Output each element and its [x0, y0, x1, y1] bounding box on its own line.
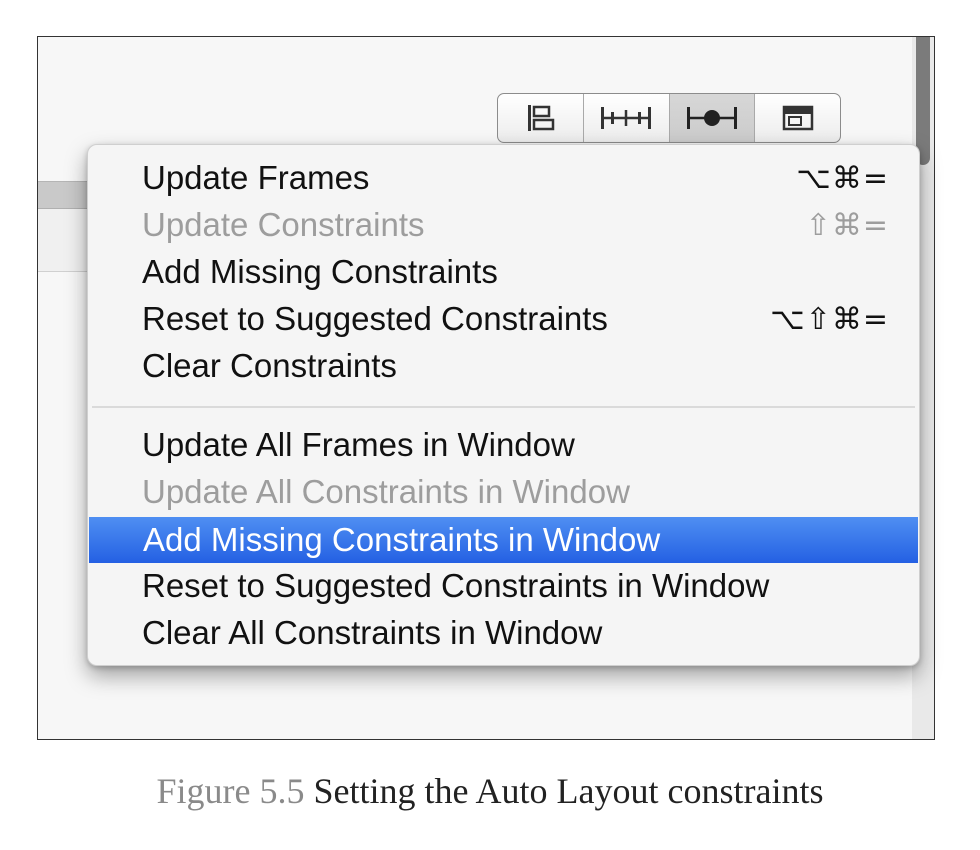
align-button[interactable]: [498, 94, 584, 142]
figure-caption: Figure 5.5 Setting the Auto Layout const…: [0, 770, 980, 812]
resolve-auto-layout-menu: Update Frames ⌥⌘= Update Constraints ⇧⌘=…: [87, 144, 920, 666]
figure-number: Figure 5.5: [156, 771, 305, 811]
menu-item-label: Clear Constraints: [142, 347, 397, 384]
menu-item-update-all-frames-in-window[interactable]: Update All Frames in Window: [88, 422, 919, 468]
resolve-auto-layout-icon: [686, 107, 737, 129]
menu-item-shortcut: ⌥⌘=: [796, 160, 889, 196]
pin-button[interactable]: [584, 94, 670, 142]
menu-item-clear-constraints[interactable]: Clear Constraints: [88, 343, 919, 389]
menu-item-label: Update All Constraints in Window: [142, 473, 630, 510]
menu-item-label: Update All Frames in Window: [142, 426, 575, 463]
menu-item-update-constraints[interactable]: Update Constraints ⇧⌘=: [88, 202, 919, 248]
resolve-auto-layout-button[interactable]: [669, 94, 756, 142]
align-icon: [528, 105, 555, 131]
menu-item-label: Update Frames: [142, 159, 370, 196]
pin-icon: [601, 107, 652, 129]
menu-item-label: Add Missing Constraints: [142, 253, 498, 290]
menu-item-reset-to-suggested-constraints-in-window[interactable]: Reset to Suggested Constraints in Window: [88, 563, 919, 609]
menu-item-add-missing-constraints[interactable]: Add Missing Constraints: [88, 249, 919, 295]
resizing-behavior-icon: [782, 105, 813, 131]
figure-caption-text: Setting the Auto Layout constraints: [313, 771, 824, 811]
menu-item-label: Add Missing Constraints in Window: [143, 521, 661, 558]
menu-item-label: Clear All Constraints in Window: [142, 614, 603, 651]
menu-item-label: Reset to Suggested Constraints in Window: [142, 567, 770, 604]
menu-separator: [92, 406, 915, 408]
menu-item-reset-to-suggested-constraints[interactable]: Reset to Suggested Constraints ⌥⇧⌘=: [88, 296, 919, 342]
resizing-behavior-button[interactable]: [755, 94, 840, 142]
auto-layout-toolbar: [497, 93, 841, 143]
menu-item-update-all-constraints-in-window[interactable]: Update All Constraints in Window: [88, 469, 919, 515]
menu-item-shortcut: ⌥⇧⌘=: [770, 301, 889, 337]
menu-item-label: Update Constraints: [142, 206, 425, 243]
menu-item-clear-all-constraints-in-window[interactable]: Clear All Constraints in Window: [88, 610, 919, 656]
scrollbar-thumb[interactable]: [916, 37, 930, 165]
menu-item-label: Reset to Suggested Constraints: [142, 300, 608, 337]
menu-item-shortcut: ⇧⌘=: [805, 207, 889, 243]
menu-item-update-frames[interactable]: Update Frames ⌥⌘=: [88, 155, 919, 201]
menu-item-add-missing-constraints-in-window[interactable]: Add Missing Constraints in Window: [89, 517, 918, 563]
